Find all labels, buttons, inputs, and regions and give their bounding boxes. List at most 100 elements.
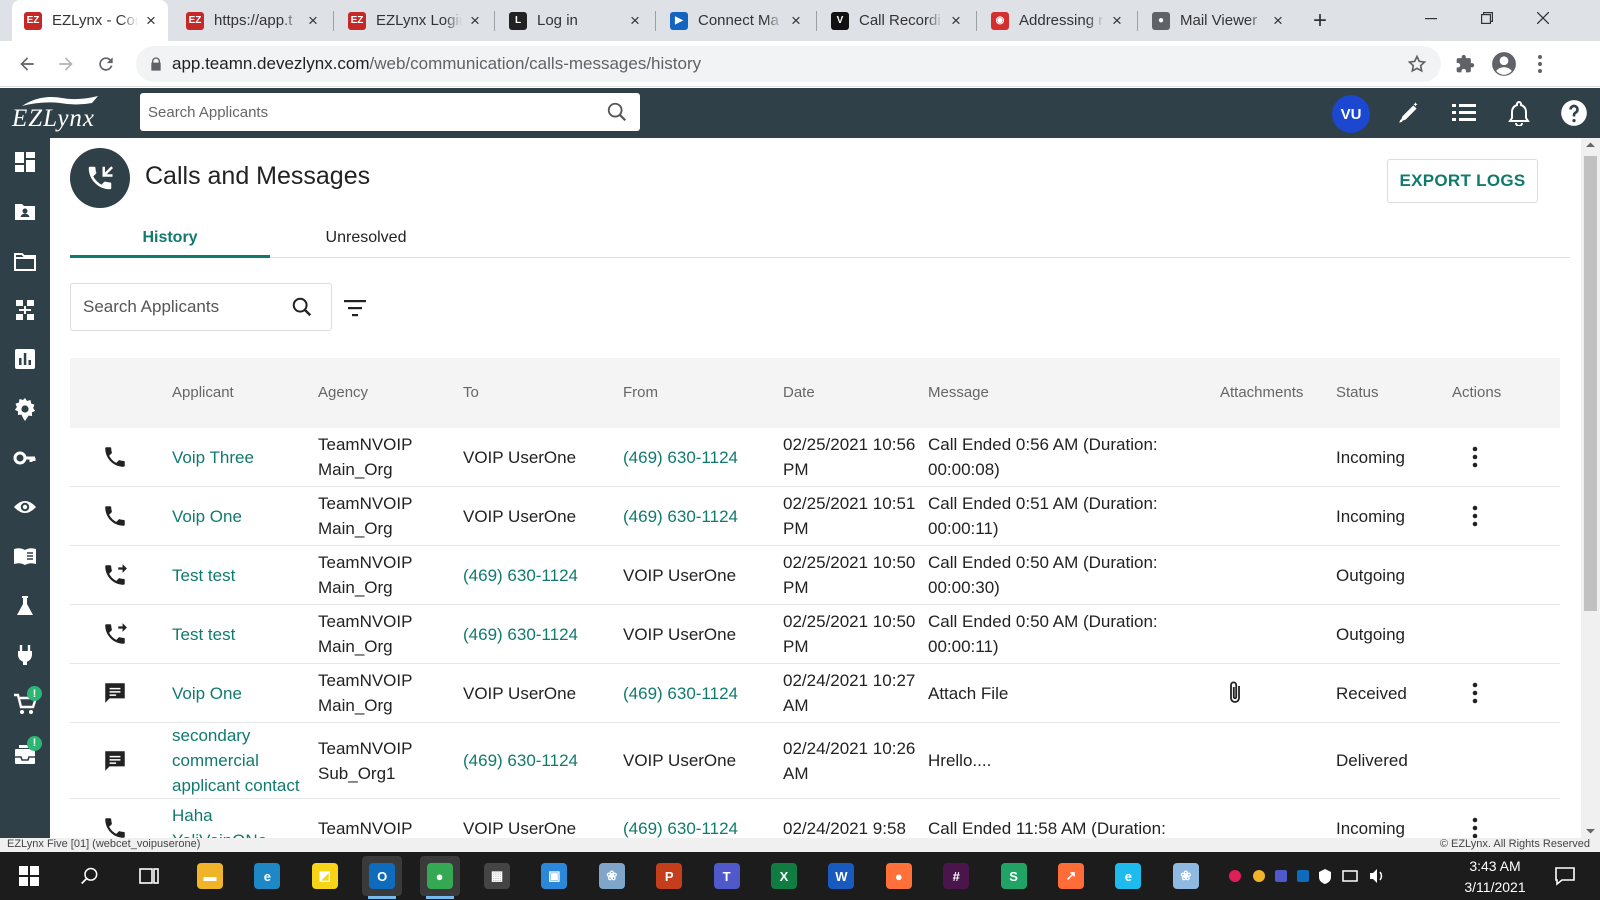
column-header-actions[interactable]: Actions <box>1452 384 1501 401</box>
export-logs-button[interactable]: EXPORT LOGS <box>1387 159 1538 203</box>
extensions-button[interactable] <box>1450 49 1480 79</box>
column-header-date[interactable]: Date <box>783 384 815 401</box>
tab-close-icon[interactable]: × <box>789 12 803 29</box>
reload-button[interactable] <box>91 49 121 79</box>
search-icon[interactable] <box>606 101 628 123</box>
table-row[interactable]: Test test TeamNVOIP Main_Org (469) 630-112… <box>70 546 1560 605</box>
taskbar-app-store[interactable]: ▣ <box>534 856 574 896</box>
more-vertical-icon[interactable] <box>1472 446 1478 468</box>
taskbar-app-excel[interactable]: X <box>764 856 804 896</box>
sidebar-item-plug[interactable] <box>0 631 50 679</box>
table-row[interactable]: Haha YaliVoipONe TeamNVOIP VOIP UserOne (46… <box>70 799 1560 838</box>
taskbar-search-button[interactable] <box>70 856 110 896</box>
sidebar-item-org-chart[interactable] <box>0 286 50 334</box>
tab-close-icon[interactable]: × <box>949 12 963 29</box>
action-center-button[interactable] <box>1545 856 1585 896</box>
sidebar-item-reports-chart[interactable] <box>0 335 50 383</box>
taskbar-app-edge[interactable]: e <box>247 856 287 896</box>
taskbar-app-paint[interactable]: ❀ <box>592 856 632 896</box>
table-row[interactable]: Voip One TeamNVOIP Main_Org VOIP UserOne (4… <box>70 664 1560 723</box>
sidebar-item-key[interactable] <box>0 434 50 482</box>
new-tab-button[interactable]: + <box>1302 0 1338 41</box>
applicant-search-box[interactable] <box>70 283 332 331</box>
tab-close-icon[interactable]: × <box>1271 12 1285 29</box>
column-header-applicant[interactable]: Applicant <box>172 384 234 401</box>
browser-tab[interactable]: ● Mail Viewer × <box>1140 0 1295 41</box>
to-cell[interactable]: (469) 630-1124 <box>463 546 623 604</box>
applicant-link[interactable]: secondary commercial applicant contact <box>172 723 312 798</box>
task-list-button[interactable] <box>1447 96 1481 130</box>
task-view-button[interactable] <box>129 856 169 896</box>
more-vertical-icon[interactable] <box>1472 505 1478 527</box>
taskbar-app-calculator[interactable]: ▦ <box>477 856 517 896</box>
taskbar-clock[interactable]: 3:43 AM 3/11/2021 <box>1455 856 1535 898</box>
sidebar-item-settings-gear[interactable] <box>0 385 50 433</box>
taskbar-app-firefox[interactable]: ● <box>879 856 919 896</box>
address-bar[interactable]: app.teamn.devezlynx.com/web/communicatio… <box>136 46 1441 82</box>
back-button[interactable] <box>12 49 42 79</box>
sidebar-item-book[interactable] <box>0 532 50 580</box>
column-header-agency[interactable]: Agency <box>318 384 368 401</box>
filter-button[interactable] <box>338 291 372 325</box>
header-search-box[interactable] <box>140 93 640 131</box>
from-cell[interactable]: (469) 630-1124 <box>623 664 783 722</box>
sidebar-item-folder[interactable] <box>0 237 50 285</box>
taskbar-app-slack[interactable]: # <box>936 856 976 896</box>
taskbar-app-teams[interactable]: T <box>707 856 747 896</box>
more-vertical-icon[interactable] <box>1472 817 1478 838</box>
tab-close-icon[interactable]: × <box>144 12 158 29</box>
header-search-input[interactable] <box>148 103 588 121</box>
tab-close-icon[interactable]: × <box>306 12 320 29</box>
browser-tab[interactable]: L Log in × <box>497 0 652 41</box>
taskbar-app-outlook[interactable]: O <box>362 856 403 899</box>
applicant-link[interactable]: Voip Three <box>172 428 312 486</box>
tab-close-icon[interactable]: × <box>1110 12 1124 29</box>
notifications-button[interactable] <box>1502 96 1536 130</box>
bookmark-star-icon[interactable] <box>1407 54 1427 74</box>
applicant-link[interactable]: Test test <box>172 605 312 663</box>
taskbar-app-postman[interactable]: ↗ <box>1051 856 1091 896</box>
tab-close-icon[interactable]: × <box>468 12 482 29</box>
forward-button[interactable] <box>51 49 81 79</box>
scroll-down-arrow-icon[interactable] <box>1581 824 1600 838</box>
taskbar-app-chrome[interactable]: ● <box>419 856 460 899</box>
paperclip-icon[interactable] <box>1224 680 1246 706</box>
browser-tab[interactable]: EZ EZLynx - Cor × <box>12 0 168 41</box>
profile-button[interactable] <box>1489 49 1519 79</box>
applicant-link[interactable]: Voip One <box>172 664 312 722</box>
from-cell[interactable]: (469) 630-1124 <box>623 487 783 545</box>
taskbar-app-file-explorer[interactable]: ▬ <box>190 856 230 896</box>
browser-tab[interactable]: V Call Recordi × <box>819 0 973 41</box>
applicant-link[interactable]: Haha YaliVoipONe <box>172 799 312 838</box>
taskbar-app-internet-explorer[interactable]: e <box>1108 856 1148 896</box>
sidebar-item-cart[interactable]: ! <box>0 680 50 728</box>
close-window-button[interactable] <box>1515 0 1571 36</box>
browser-tab[interactable]: ▶ Connect Ma × <box>658 0 813 41</box>
vertical-scrollbar[interactable] <box>1581 138 1600 838</box>
compose-button[interactable] <box>1392 96 1426 130</box>
from-cell[interactable]: (469) 630-1124 <box>623 799 783 838</box>
taskbar-app-sheets[interactable]: S <box>994 856 1034 896</box>
applicant-link[interactable]: Test test <box>172 546 312 604</box>
column-header-to[interactable]: To <box>463 384 479 401</box>
table-row[interactable]: Voip One TeamNVOIP Main_Org VOIP UserOne (4… <box>70 487 1560 546</box>
column-header-attachments[interactable]: Attachments <box>1220 384 1303 401</box>
to-cell[interactable]: (469) 630-1124 <box>463 723 623 798</box>
browser-tab[interactable]: EZ EZLynx Login × <box>336 0 492 41</box>
system-tray[interactable] <box>1220 856 1430 896</box>
browser-menu-button[interactable] <box>1525 49 1555 79</box>
table-row[interactable]: Voip Three TeamNVOIP Main_Org VOIP UserOne… <box>70 428 1560 487</box>
from-cell[interactable]: (469) 630-1124 <box>623 428 783 486</box>
tab-history[interactable]: History <box>70 218 270 258</box>
search-icon[interactable] <box>291 296 313 318</box>
taskbar-app-powerpoint[interactable]: P <box>649 856 689 896</box>
ezlynx-logo[interactable]: EZLynx <box>12 92 110 136</box>
start-button[interactable] <box>9 856 49 896</box>
applicant-search-input[interactable] <box>83 297 283 317</box>
help-button[interactable] <box>1557 96 1591 130</box>
applicant-link[interactable]: Voip One <box>172 487 312 545</box>
column-header-status[interactable]: Status <box>1336 384 1379 401</box>
sidebar-item-flask[interactable] <box>0 582 50 630</box>
taskbar-app-paint-3d[interactable]: ❀ <box>1166 856 1206 896</box>
user-avatar[interactable]: VU <box>1332 95 1370 133</box>
